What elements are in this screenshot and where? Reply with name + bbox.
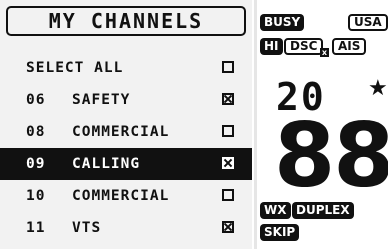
channel-list: SELECT ALL 06 SAFETY 08 COMMERCIAL 09 CA… [0, 52, 252, 244]
channel-name: CALLING [72, 156, 141, 172]
panel-divider [254, 0, 257, 249]
duplex-indicator: DUPLEX [292, 202, 354, 219]
wx-indicator: WX [260, 202, 291, 219]
channel-checkbox[interactable] [222, 157, 234, 169]
channel-item-06[interactable]: 06 SAFETY [0, 84, 252, 116]
primary-channel-number: 88 [274, 104, 388, 207]
select-all-label: SELECT ALL [26, 60, 124, 76]
select-all-item[interactable]: SELECT ALL [0, 52, 252, 84]
menu-title: MY CHANNELS [6, 6, 246, 36]
channel-item-10[interactable]: 10 COMMERCIAL [0, 180, 252, 212]
busy-indicator: BUSY [260, 14, 305, 31]
channel-number: 11 [26, 220, 46, 236]
power-indicator: HI [260, 38, 283, 55]
dsc-disabled-icon: x [320, 48, 329, 57]
channel-number: 10 [26, 188, 46, 204]
region-indicator: USA [348, 14, 388, 31]
channel-item-08[interactable]: 08 COMMERCIAL [0, 116, 252, 148]
channel-number: 09 [26, 156, 46, 172]
channel-number: 06 [26, 92, 46, 108]
channel-checkbox[interactable] [222, 221, 234, 233]
channel-item-11[interactable]: 11 VTS [0, 212, 252, 244]
radio-status-display: BUSY USA HI DSC x AIS 20 ★ 88 WX DUPLEX … [258, 0, 388, 249]
channel-item-09[interactable]: 09 CALLING [0, 148, 252, 180]
channel-name: COMMERCIAL [72, 124, 170, 140]
channel-checkbox[interactable] [222, 189, 234, 201]
select-all-checkbox[interactable] [222, 61, 234, 73]
channel-checkbox[interactable] [222, 125, 234, 137]
star-icon: ★ [368, 76, 388, 101]
channel-menu: MY CHANNELS SELECT ALL 06 SAFETY 08 COMM… [0, 0, 252, 249]
dsc-indicator: DSC [284, 38, 324, 55]
channel-name: SAFETY [72, 92, 131, 108]
channel-checkbox[interactable] [222, 93, 234, 105]
channel-number: 08 [26, 124, 46, 140]
channel-name: VTS [72, 220, 102, 236]
skip-indicator: SKIP [260, 224, 300, 241]
ais-indicator: AIS [332, 38, 367, 55]
channel-name: COMMERCIAL [72, 188, 170, 204]
